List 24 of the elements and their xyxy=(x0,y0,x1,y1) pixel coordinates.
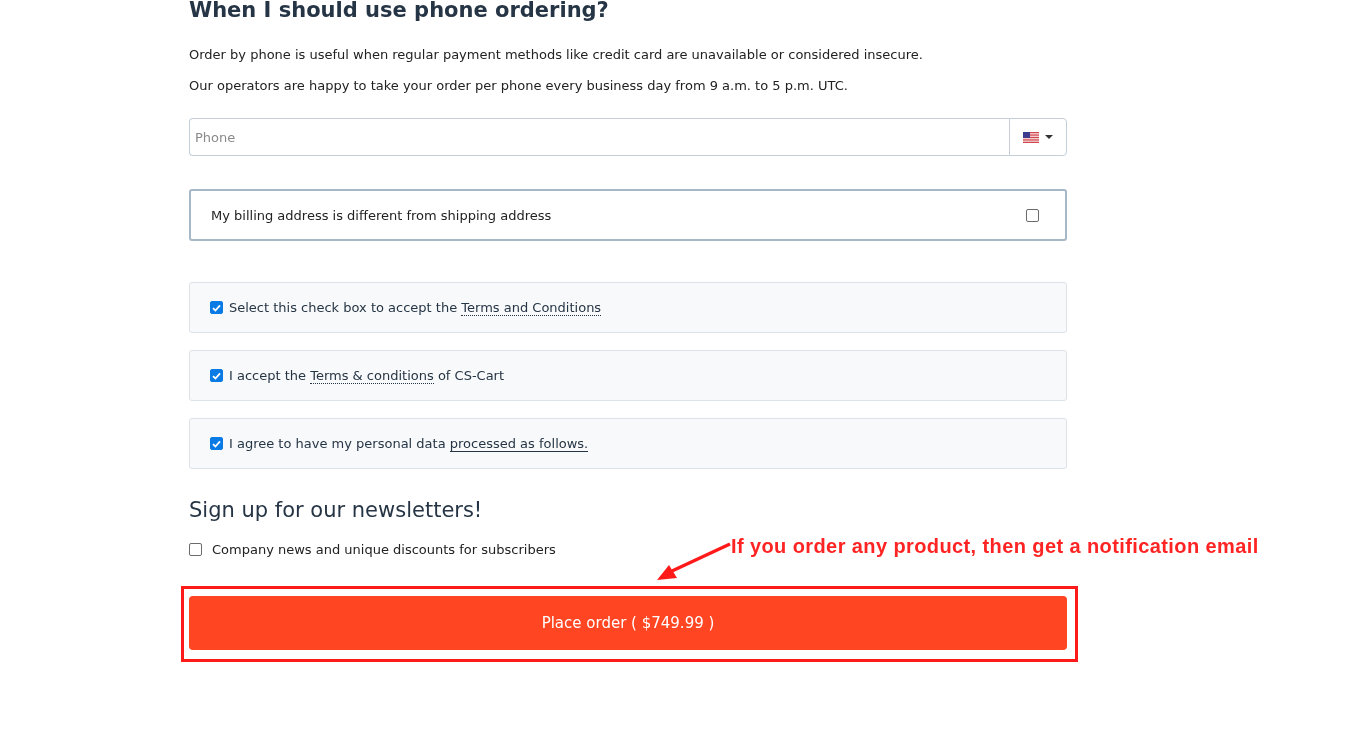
terms-link[interactable]: Terms & conditions xyxy=(310,368,434,384)
checkbox[interactable] xyxy=(210,437,223,450)
billing-option[interactable]: My billing address is different from shipping address xyxy=(189,189,1067,241)
phone-field[interactable]: Phone xyxy=(189,118,1009,156)
checkbox[interactable] xyxy=(189,542,202,556)
terms-link[interactable]: Terms and Conditions xyxy=(461,300,602,316)
arrow-icon xyxy=(657,542,732,582)
newsletter-heading: Sign up for our newsletters! xyxy=(189,497,484,524)
checkbox[interactable] xyxy=(1026,208,1039,222)
agreement-text: I accept the Terms & conditions of CS-Cart xyxy=(229,368,505,383)
checkbox[interactable] xyxy=(210,369,223,382)
country-select[interactable] xyxy=(1009,118,1067,156)
annotation-text: If you order any product, then get a notification email xyxy=(731,535,1259,557)
checkbox[interactable] xyxy=(210,301,223,314)
flag-icon xyxy=(1023,131,1039,143)
section-heading: When I should use phone ordering? xyxy=(189,0,610,22)
info-paragraph: Our operators are happy to take your order per phone every business day from 9 a.m. to 5 p.m. UTC. xyxy=(189,77,849,95)
caret-icon xyxy=(1045,135,1053,139)
agreement-text: I agree to have my personal data processed as follows. xyxy=(229,436,589,451)
terms-link[interactable]: processed as follows. xyxy=(449,436,589,452)
billing-label: My billing address is different from shipping address xyxy=(211,207,552,223)
agreement-text: Select this check box to accept the Terms and Conditions xyxy=(229,300,602,315)
info-paragraph: Order by phone is useful when regular payment methods like credit card are unavailable or considered insecure. xyxy=(189,46,924,64)
newsletter-label: Company news and unique discounts for subscribers xyxy=(212,541,556,557)
